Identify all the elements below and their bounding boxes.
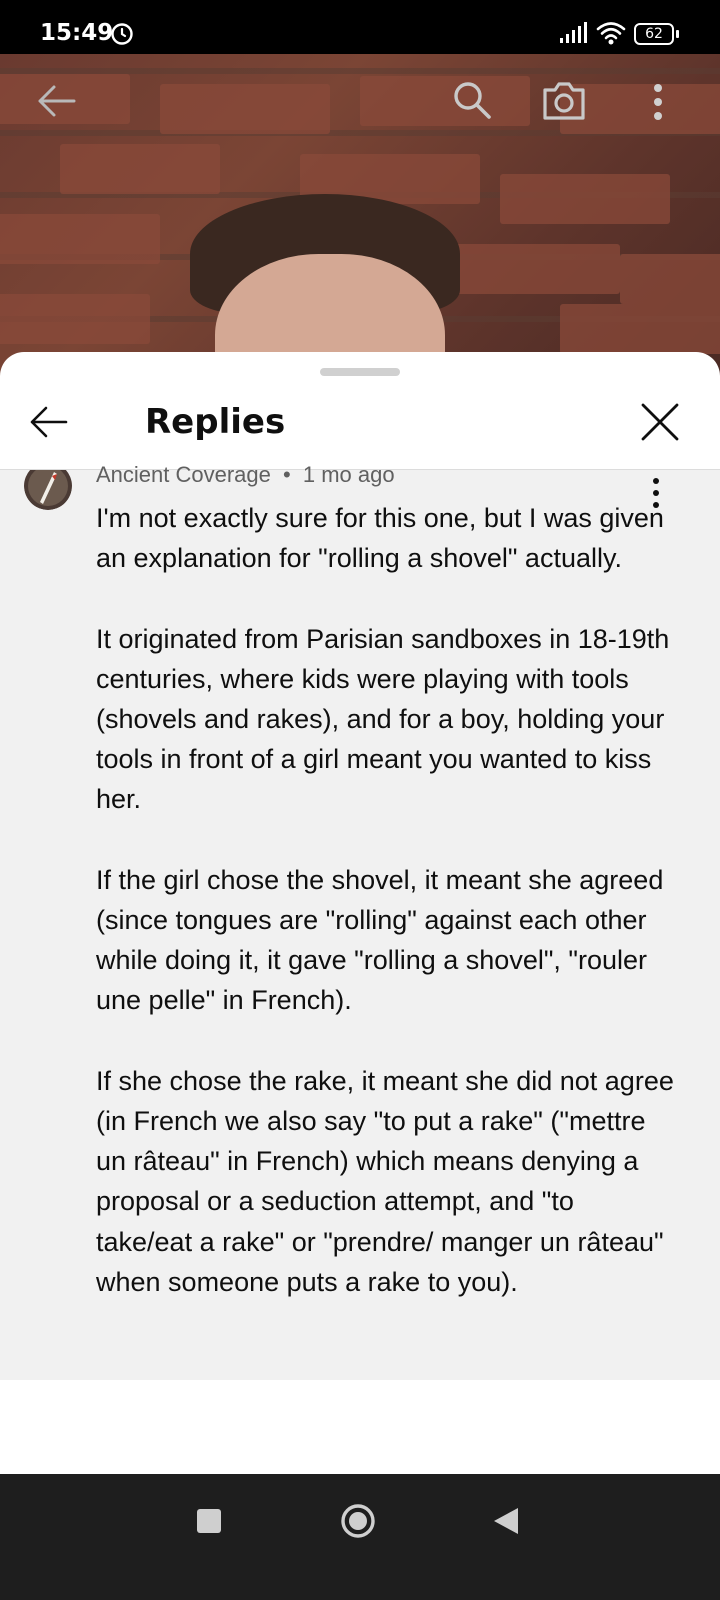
comment-text: I'm not exactly sure for this one, but I…	[96, 503, 674, 1297]
drag-handle[interactable]	[320, 368, 400, 376]
more-vertical-icon[interactable]	[650, 82, 666, 122]
alarm-icon	[111, 23, 133, 45]
sheet-header: Replies	[0, 380, 720, 470]
video-toolbar	[0, 54, 720, 154]
sheet-title: Replies	[145, 402, 286, 442]
comment-meta: Ancient Coverage • 1 mo ago	[96, 462, 395, 492]
battery-level: 62	[645, 26, 663, 42]
signal-icon	[560, 22, 587, 43]
battery-icon: 62	[634, 23, 680, 45]
replies-sheet: Replies Ancient Coverage • 1 mo ago I'm …	[0, 352, 720, 1474]
search-icon[interactable]	[452, 80, 492, 120]
back-arrow-icon[interactable]	[28, 402, 68, 442]
meta-separator: •	[283, 462, 291, 487]
status-bar: 15:49 62	[0, 0, 720, 54]
recent-apps-icon[interactable]	[197, 1509, 221, 1533]
back-arrow-icon[interactable]	[36, 84, 76, 118]
avatar[interactable]	[24, 470, 72, 510]
camera-icon[interactable]	[541, 80, 587, 122]
comment-item: Ancient Coverage • 1 mo ago I'm not exac…	[0, 462, 720, 1380]
home-icon[interactable]	[340, 1503, 376, 1539]
comment-author[interactable]: Ancient Coverage	[96, 462, 271, 488]
comment-time: 1 mo ago	[302, 462, 395, 487]
close-icon[interactable]	[640, 402, 680, 442]
navigation-bar	[0, 1474, 720, 1600]
wifi-icon	[596, 22, 626, 45]
back-icon[interactable]	[492, 1506, 520, 1536]
status-time: 15:49	[40, 20, 114, 46]
